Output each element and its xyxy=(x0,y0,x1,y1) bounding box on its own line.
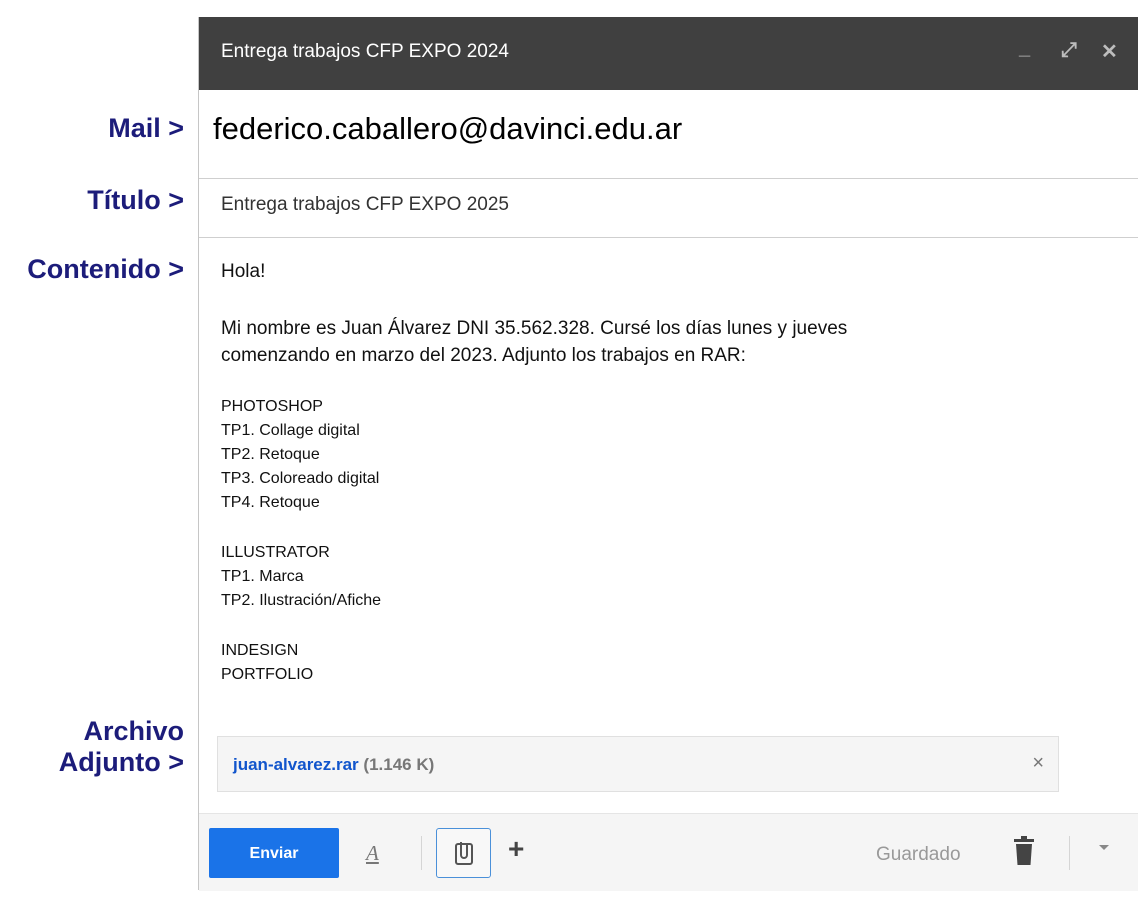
saved-status: Guardado xyxy=(876,844,961,865)
photoshop-list: PHOTOSHOP TP1. Collage digital TP2. Reto… xyxy=(221,395,1101,515)
attachment-size: (1.146 K) xyxy=(363,755,435,774)
label-archivo-line2: Adjunto > xyxy=(58,747,184,777)
close-icon[interactable]: ✕ xyxy=(1101,39,1118,64)
maximize-icon[interactable]: ⤢ xyxy=(1061,39,1077,62)
message-body[interactable]: Hola! Mi nombre es Juan Álvarez DNI 35.5… xyxy=(221,261,1101,687)
body-intro: Mi nombre es Juan Álvarez DNI 35.562.328… xyxy=(221,315,1101,369)
to-value[interactable]: federico.caballero@davinci.edu.ar xyxy=(213,111,682,147)
illustrator-list: ILLUSTRATOR TP1. Marca TP2. Ilustración/… xyxy=(221,541,1101,613)
subject-field[interactable]: Entrega trabajos CFP EXPO 2025 xyxy=(199,179,1138,238)
list-item: TP1. Marca xyxy=(221,568,304,585)
indesign-list: INDESIGN PORTFOLIO xyxy=(221,639,1101,687)
label-contenido: Contenido > xyxy=(27,254,184,284)
attachment-name[interactable]: juan-alvarez.rar xyxy=(233,755,359,774)
to-field[interactable]: federico.caballero@davinci.edu.ar xyxy=(199,90,1138,179)
format-text-icon[interactable]: A xyxy=(366,841,379,866)
compose-title: Entrega trabajos CFP EXPO 2024 xyxy=(221,41,509,62)
toolbar-divider xyxy=(1069,836,1070,870)
list-item: TP2. Retoque xyxy=(221,446,320,463)
minimize-icon[interactable]: _ xyxy=(1019,37,1030,60)
compose-toolbar: Enviar A + Guardado xyxy=(199,813,1138,891)
label-archivo-line1: Archivo xyxy=(83,716,184,746)
attach-file-button[interactable] xyxy=(436,828,491,878)
subject-value[interactable]: Entrega trabajos CFP EXPO 2025 xyxy=(221,194,509,216)
trash-icon[interactable] xyxy=(1012,836,1036,871)
attachment-link[interactable]: juan-alvarez.rar (1.146 K) xyxy=(233,755,434,775)
list-item: PORTFOLIO xyxy=(221,666,314,683)
compose-titlebar[interactable]: Entrega trabajos CFP EXPO 2024 _ ⤢ ✕ xyxy=(199,17,1138,90)
list-item: PHOTOSHOP xyxy=(221,398,323,415)
dropdown-arrow-icon[interactable] xyxy=(1099,845,1109,850)
paperclip-icon xyxy=(455,842,473,865)
list-item: TP3. Coloreado digital xyxy=(221,470,380,487)
remove-attachment-icon[interactable]: × xyxy=(1032,752,1044,775)
compose-window: Entrega trabajos CFP EXPO 2024 _ ⤢ ✕ fed… xyxy=(198,17,1138,891)
attachment-chip[interactable]: juan-alvarez.rar (1.146 K) × xyxy=(217,736,1059,792)
list-item: INDESIGN xyxy=(221,642,299,659)
body-greeting: Hola! xyxy=(221,261,266,282)
label-titulo: Título > xyxy=(87,185,184,215)
list-item: ILLUSTRATOR xyxy=(221,544,330,561)
send-button[interactable]: Enviar xyxy=(209,828,339,878)
toolbar-divider xyxy=(421,836,422,870)
list-item: TP2. Ilustración/Afiche xyxy=(221,592,382,609)
plus-icon[interactable]: + xyxy=(508,833,524,865)
label-mail: Mail > xyxy=(108,113,184,143)
body-intro-line2: comenzando en marzo del 2023. Adjunto lo… xyxy=(221,345,746,366)
body-intro-line1: Mi nombre es Juan Álvarez DNI 35.562.328… xyxy=(221,318,848,339)
list-item: TP4. Retoque xyxy=(221,494,320,511)
label-archivo-adjunto: Archivo Adjunto > xyxy=(59,716,184,778)
list-item: TP1. Collage digital xyxy=(221,422,360,439)
